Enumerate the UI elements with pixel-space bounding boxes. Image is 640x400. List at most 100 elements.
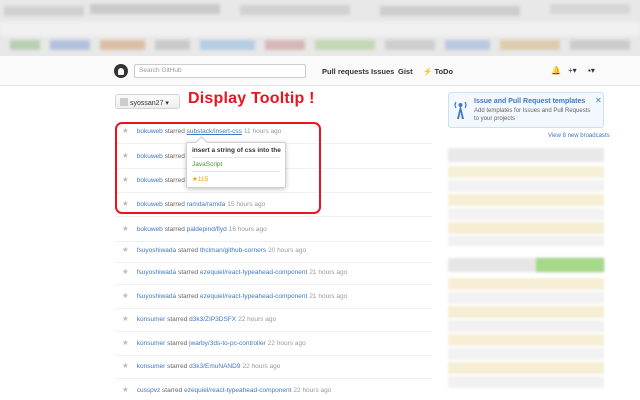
star-icon: ★ [122,338,129,347]
site-header: Search GitHub Pull requests Issues Gist … [0,56,640,86]
feed-verb: starred [177,247,199,254]
star-icon: ★ [122,245,129,254]
blurred-sidebar-item [448,222,604,234]
blurred-bookmark [155,40,190,50]
feed-verb: starred [177,293,199,300]
feed-row: ★ fsuyoshiwada starred ezequiel/react-typ… [122,291,347,303]
feed-divider [115,284,432,285]
feed-divider [115,355,432,356]
search-input[interactable]: Search GitHub [134,64,306,78]
feed-row: ★ fsuyoshiwada starred ezequiel/react-typ… [122,267,347,279]
github-logo-icon[interactable] [114,64,128,78]
blurred-sidebar-item [448,166,604,178]
feed-repo-link[interactable]: ezequiel/react-typeahead-component [184,387,291,394]
feed-verb: starred [177,269,199,276]
broadcast-notice: Issue and Pull Request templates Add tem… [448,92,604,128]
feed-repo-link[interactable]: jwarby/3ds-to-pc-controller [189,340,266,347]
feed-repo-link[interactable]: d3k3/EmuNAND9 [189,363,240,370]
feed-repo-link[interactable]: ezequiel/react-typeahead-component [200,293,307,300]
feed-divider [115,216,432,217]
feed-row: ★ konsumer starred d3k3/ZIP3DSFX 22 hours … [122,314,276,326]
blurred-tab [4,6,84,16]
feed-repo-link[interactable]: d3k3/ZIP3DSFX [189,316,236,323]
blurred-sidebar-item [448,376,604,388]
feed-divider [115,331,432,332]
close-icon[interactable]: ✕ [595,96,602,105]
feed-timestamp: 22 hours ago [267,340,306,347]
tooltip-divider [192,157,280,158]
blurred-sidebar-item [448,306,604,318]
feed-row: ★ konsumer starred jwarby/3ds-to-pc-contr… [122,338,306,350]
blurred-sidebar-item [448,278,604,290]
nav-todo-label: ToDo [434,67,454,76]
feed-actor-link[interactable]: fsuyoshiwada [137,269,176,276]
feed-actor-link[interactable]: cusspvz [137,387,160,394]
feed-row: ★ cusspvz starred ezequiel/react-typeahea… [122,385,331,397]
blurred-bookmark [100,40,145,50]
feed-divider [115,378,432,379]
blurred-bookmark [10,40,40,50]
feed-timestamp: 21 hours ago [309,269,348,276]
nav-todo[interactable]: ⚡ ToDo [423,67,453,76]
nav-gist[interactable]: Gist [398,67,413,76]
feed-row: ★ fsuyoshiwada starred thclman/github-cor… [122,245,306,257]
blurred-sidebar-item [448,292,604,304]
broadcast-icon [454,101,467,119]
feed-divider [115,241,432,242]
blurred-sidebar-item [536,258,604,272]
context-switcher-button[interactable]: syossan27 ▾ [115,94,180,109]
feed-actor-link[interactable]: bokuweb [137,226,163,233]
blurred-bookmark [500,40,560,50]
blurred-sidebar-item [448,208,604,220]
feed-actor-link[interactable]: fsuyoshiwada [137,293,176,300]
feed-timestamp: 22 hours ago [293,387,332,394]
nav-pull-requests[interactable]: Pull requests [322,67,369,76]
broadcasts-link[interactable]: View 8 new broadcasts [548,133,610,139]
blurred-bookmark [445,40,490,50]
user-avatar[interactable]: ▪▾ [588,66,595,75]
blurred-bookmark [570,40,630,50]
blurred-tab [90,4,220,14]
blurred-sidebar-item [448,194,604,206]
tooltip-divider [192,171,280,172]
blurred-sidebar-item [448,362,604,374]
feed-actor-link[interactable]: fsuyoshiwada [137,247,176,254]
star-icon: ★ [122,267,129,276]
feed-verb: starred [167,316,188,323]
feed-actor-link[interactable]: konsumer [137,340,166,347]
star-icon: ★ [122,224,129,233]
feed-repo-link[interactable]: paldepind/flyd [187,226,227,233]
notice-title[interactable]: Issue and Pull Request templates [474,98,585,105]
repo-tooltip: insert a string of css into the JavaScri… [186,142,286,188]
star-icon: ★ [122,314,129,323]
feed-divider [115,262,432,263]
blurred-browser-chrome [0,0,640,56]
feed-timestamp: 20 hours ago [268,247,307,254]
feed-actor-link[interactable]: konsumer [137,363,166,370]
blurred-sidebar-item [448,148,604,162]
nav-issues[interactable]: Issues [371,67,394,76]
bolt-icon: ⚡ [423,67,433,76]
feed-verb: starred [167,340,188,347]
blurred-bookmark [385,40,435,50]
feed-timestamp: 22 hours ago [238,316,277,323]
feed-repo-link[interactable]: thclman/github-corners [200,247,266,254]
feed-repo-link[interactable]: ezequiel/react-typeahead-component [200,269,307,276]
callout-text: Display Tooltip ! [188,90,315,107]
blurred-sidebar-item [448,180,604,192]
blurred-tab [380,6,520,16]
blurred-sidebar-item [448,334,604,346]
bell-icon[interactable]: 🔔 [551,66,561,75]
plus-icon[interactable]: +▾ [568,66,577,75]
feed-verb: starred [167,363,188,370]
blurred-sidebar-item [448,348,604,360]
feed-row: ★ bokuweb starred paldepind/flyd 16 hours … [122,224,267,236]
notice-body: Add templates for Issues and Pull Reques… [474,108,591,122]
avatar [120,98,128,106]
blurred-bookmark [265,40,305,50]
star-icon: ★ [122,291,129,300]
star-icon: ★ [122,361,129,370]
feed-actor-link[interactable]: konsumer [137,316,166,323]
blurred-sidebar-item [448,320,604,332]
blurred-bookmark [200,40,255,50]
